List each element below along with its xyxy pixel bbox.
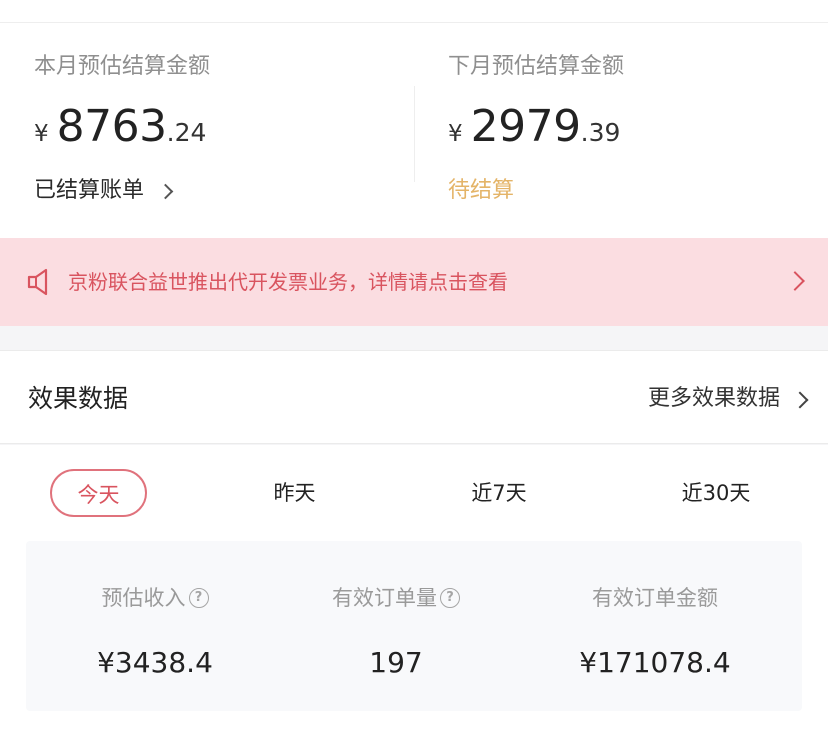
tab-last-30-days[interactable]: 近30天 [660,469,772,517]
date-range-tabs: 今天 昨天 近7天 近30天 [0,445,828,540]
this-month-settlement: 本月预估结算金额 ¥ 8763 .24 已结算账单 [34,52,210,206]
estimated-income-value: ¥3438.4 [97,646,213,679]
amount-decimal: .24 [166,118,207,147]
valid-order-count-label: 有效订单量 [332,586,437,610]
notice-banner[interactable]: 京粉联合益世推出代开发票业务，详情请点击查看 [0,238,828,326]
more-effect-data-label: 更多效果数据 [647,386,780,411]
speaker-icon [27,268,48,296]
pending-settlement-status: 待结算 [448,178,515,203]
stat-estimated-income: 预估收入 ? ¥3438.4 [26,541,284,711]
more-effect-data-link[interactable]: 更多效果数据 [647,383,809,415]
valid-order-amount-label: 有效订单金额 [592,586,718,610]
stat-label: 预估收入 ? [26,583,284,613]
stat-valid-order-amount: 有效订单金额 ¥171078.4 [526,541,784,711]
effect-data-content: 今天 昨天 近7天 近30天 预估收入 ? ¥3438.4 有效订单量 ? 19… [0,445,828,730]
stats-panel: 预估收入 ? ¥3438.4 有效订单量 ? 197 有效订单金额 ¥17107… [26,541,802,711]
next-month-amount: ¥ 2979 .39 [448,100,624,154]
valid-order-count-value: 197 [369,646,423,679]
amount-integer: 2979 [470,101,581,152]
stat-label: 有效订单量 ? [267,583,525,613]
next-month-settlement: 下月预估结算金额 ¥ 2979 .39 待结算 [448,52,624,206]
notice-text: 京粉联合益世推出代开发票业务，详情请点击查看 [68,270,508,294]
amount-integer: 8763 [56,101,167,152]
tab-yesterday[interactable]: 昨天 [246,469,343,517]
help-icon[interactable]: ? [440,588,460,608]
chevron-right-icon [791,391,809,408]
settled-bills-link[interactable]: 已结算账单 [34,176,210,206]
effect-data-title: 效果数据 [28,384,129,413]
chevron-right-icon [785,271,805,291]
tab-today[interactable]: 今天 [50,469,147,517]
tab-last-7-days[interactable]: 近7天 [448,469,550,517]
currency-symbol: ¥ [34,121,49,147]
settlement-section: 本月预估结算金额 ¥ 8763 .24 已结算账单 下月预估结算金额 ¥ 297… [0,0,828,238]
estimated-income-label: 预估收入 [101,586,186,610]
stat-valid-order-count: 有效订单量 ? 197 [267,541,525,711]
amount-decimal: .39 [580,118,621,147]
next-month-label: 下月预估结算金额 [448,54,625,79]
this-month-amount: ¥ 8763 .24 [34,100,210,154]
chevron-right-icon [157,183,174,200]
stat-label: 有效订单金额 [526,583,784,613]
top-divider [0,22,828,23]
effect-data-header: 效果数据 更多效果数据 [0,350,828,444]
currency-symbol: ¥ [448,121,463,147]
help-icon[interactable]: ? [188,588,209,608]
settled-bills-label: 已结算账单 [34,178,145,203]
column-divider [414,86,415,182]
this-month-label: 本月预估结算金额 [34,54,211,79]
valid-order-amount-value: ¥171078.4 [579,646,731,679]
